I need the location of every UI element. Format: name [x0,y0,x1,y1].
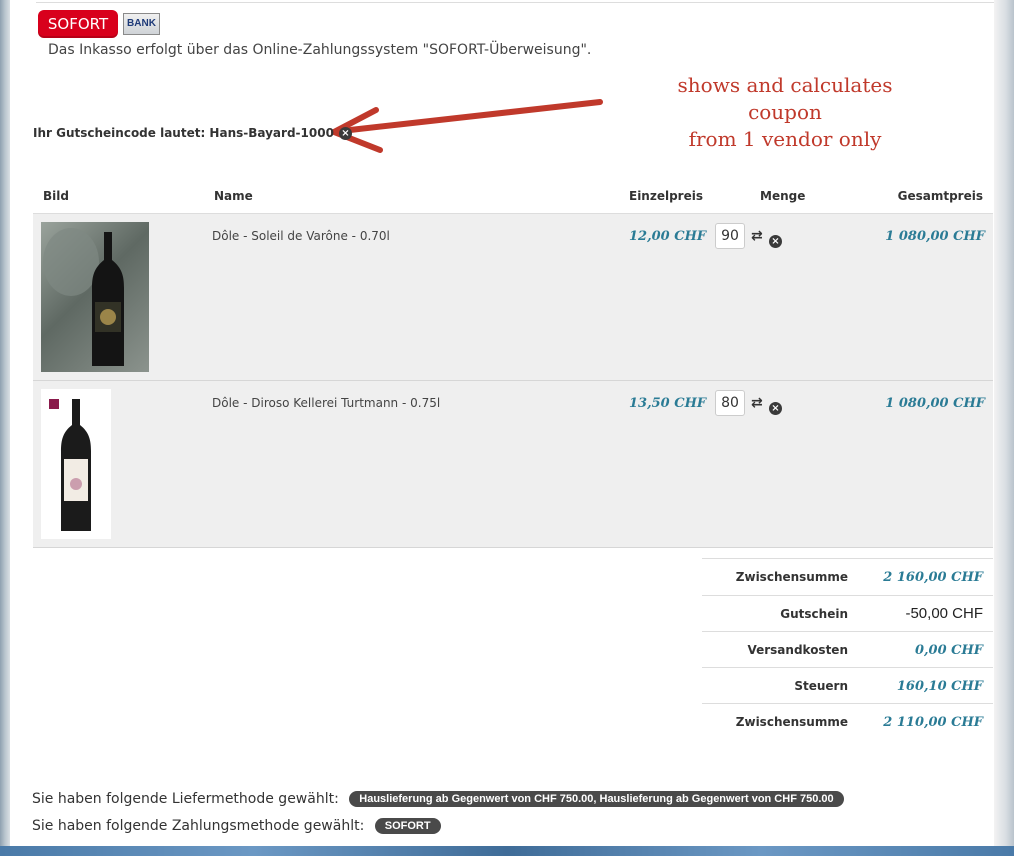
row-total: 1 080,00 CHF [885,229,985,244]
payment-method-value: SOFORT [374,818,441,834]
delivery-method-label: Sie haben folgende Liefermethode gewählt… [32,791,339,807]
sofort-payment-button[interactable]: SOFORT [38,10,118,38]
top-divider [36,2,994,3]
grand-total-label: Zwischensumme [735,715,848,729]
remove-item-icon[interactable]: × [769,396,782,415]
payment-method-line: Sie haben folgende Zahlungsmethode gewäh… [32,818,441,834]
update-quantity-icon[interactable]: ⇄ [751,228,763,244]
unit-price: 13,50 CHF [629,396,707,411]
cart-page: SOFORT BANK Das Inkasso erfolgt über das… [10,0,994,846]
cart-table-header: Bild Name Einzelpreis Menge Gesamtpreis [33,182,993,214]
remove-coupon-icon[interactable]: × [338,126,352,140]
remove-item-icon[interactable]: × [769,229,782,248]
unit-price: 12,00 CHF [629,229,707,244]
grand-total-row: Zwischensumme 2 110,00 CHF [702,703,993,740]
subtotal-value: 2 160,00 CHF [883,570,983,585]
right-border-decoration [994,0,1014,856]
header-name: Name [214,189,253,203]
coupon-code-text: Ihr Gutscheincode lautet: Hans-Bayard-10… [33,126,334,140]
grand-total-value: 2 110,00 CHF [883,715,983,730]
tax-row: Steuern 160,10 CHF [702,667,993,704]
delivery-method-value: Hauslieferung ab Gegenwert von CHF 750.0… [349,791,844,807]
wine-bottle-icon [43,228,124,366]
bank-logo: BANK [123,13,160,35]
payment-info-text: Das Inkasso erfolgt über das Online-Zahl… [48,42,592,58]
coupon-label: Gutschein [780,607,848,621]
annotation-arrow-icon [331,99,603,153]
remove-x-glyph: × [769,402,782,415]
delivery-method-line: Sie haben folgende Liefermethode gewählt… [32,791,844,807]
quantity-input[interactable]: 90 [715,223,745,249]
coupon-code-line: Ihr Gutscheincode lautet: Hans-Bayard-10… [33,126,352,140]
row-total: 1 080,00 CHF [885,396,985,411]
tax-label: Steuern [794,679,848,693]
product-image-soleil[interactable] [41,222,149,372]
header-image: Bild [43,189,69,203]
table-row: Dôle - Soleil de Varône - 0.70l 12,00 CH… [33,214,993,381]
wine-bottle-icon [49,399,91,531]
table-row: Dôle - Diroso Kellerei Turtmann - 0.75l … [33,381,993,548]
header-unit-price: Einzelpreis [629,189,703,203]
update-quantity-icon[interactable]: ⇄ [751,395,763,411]
header-quantity: Menge [760,189,806,203]
shipping-label: Versandkosten [747,643,848,657]
product-name[interactable]: Dôle - Soleil de Varône - 0.70l [212,229,390,243]
product-image-diroso[interactable] [41,389,111,539]
remove-x-glyph: × [769,235,782,248]
coupon-row: Gutschein -50,00 CHF [702,595,993,632]
subtotal-label: Zwischensumme [735,570,848,584]
coupon-value: -50,00 CHF [905,605,983,622]
taskbar-strip [0,846,1014,856]
payment-method-label: Sie haben folgende Zahlungsmethode gewäh… [32,818,365,834]
annotation-line-1: shows and calculates coupon [677,73,893,124]
header-total: Gesamtpreis [897,189,983,203]
tax-value: 160,10 CHF [896,679,983,694]
quantity-input[interactable]: 80 [715,390,745,416]
annotation-line-2: from 1 vendor only [688,127,882,151]
shipping-row: Versandkosten 0,00 CHF [702,631,993,668]
annotation-note: shows and calculates coupon from 1 vendo… [640,72,930,153]
subtotal-row: Zwischensumme 2 160,00 CHF [702,558,993,595]
product-name[interactable]: Dôle - Diroso Kellerei Turtmann - 0.75l [212,396,440,410]
shipping-value: 0,00 CHF [914,643,983,658]
